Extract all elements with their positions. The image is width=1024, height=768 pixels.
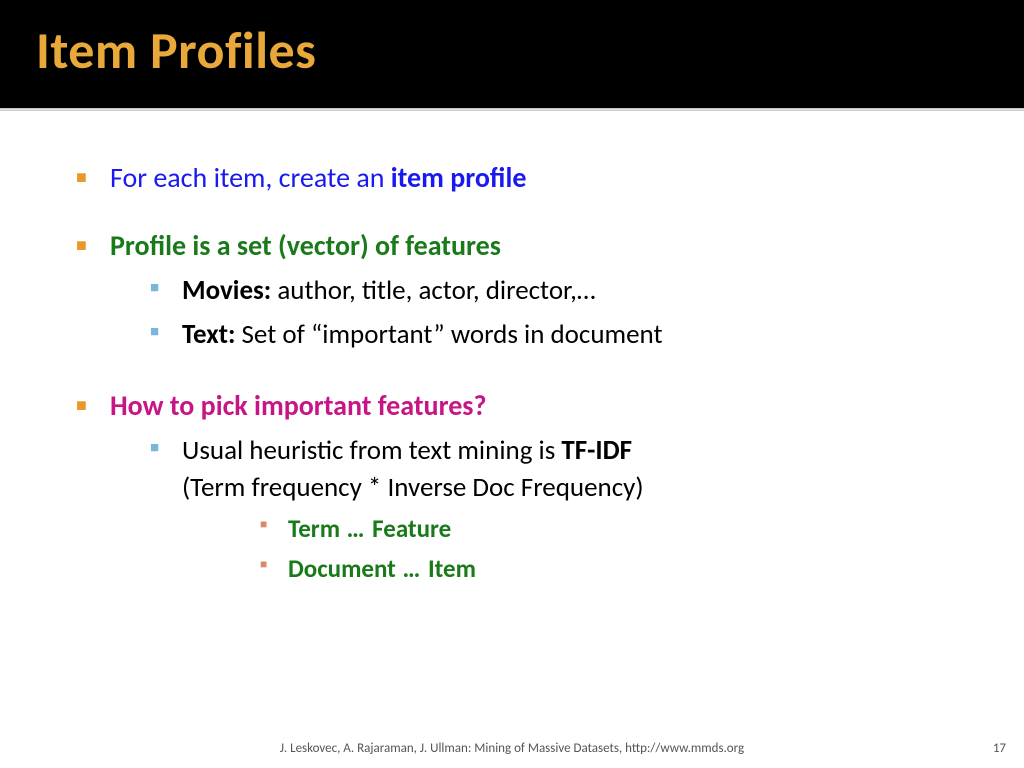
text: Profile is a set (vector) of features xyxy=(110,228,501,263)
term-a: Term xyxy=(288,513,340,544)
text-line2: (Term frequency * Inverse Doc Frequency) xyxy=(182,471,644,504)
page-number: 17 xyxy=(993,741,1006,756)
text: For each item, create an xyxy=(110,160,391,195)
term-b: Feature xyxy=(372,513,451,544)
slide-title: Item Profiles xyxy=(36,18,988,82)
text-bold: item profile xyxy=(391,160,527,195)
footer-citation: J. Leskovec, A. Rajaraman, J. Ullman: Mi… xyxy=(0,741,1024,756)
sub-movies: Movies: author, title, actor, director,… xyxy=(110,273,964,309)
sub-text: Text: Set of “important” words in docume… xyxy=(110,317,964,353)
bullet-item-profile: For each item, create an item profile xyxy=(76,159,964,197)
bullet-how-pick: How to pick important features? Usual he… xyxy=(76,387,964,585)
sub-term-feature: Term … Feature xyxy=(182,512,964,546)
slide-header: Item Profiles xyxy=(0,0,1024,108)
text: How to pick important features? xyxy=(110,388,486,423)
term-a: Document xyxy=(288,553,396,584)
label: Text: xyxy=(182,318,235,351)
text: author, title, actor, director,… xyxy=(271,274,595,307)
sub-tfidf: Usual heuristic from text mining is TF-I… xyxy=(110,433,964,585)
ellipsis: … xyxy=(340,513,372,544)
label: Movies: xyxy=(182,274,271,307)
bullet-profile-features: Profile is a set (vector) of features Mo… xyxy=(76,227,964,354)
term-b: Item xyxy=(428,553,476,584)
text: Usual heuristic from text mining is xyxy=(182,434,561,467)
slide-content: For each item, create an item profile Pr… xyxy=(0,111,1024,586)
slide-footer: J. Leskovec, A. Rajaraman, J. Ullman: Mi… xyxy=(0,741,1024,756)
text-bold: TF-IDF xyxy=(561,434,632,467)
text: Set of “important” words in document xyxy=(235,318,662,351)
sub-doc-item: Document … Item xyxy=(182,552,964,586)
ellipsis: … xyxy=(396,553,428,584)
